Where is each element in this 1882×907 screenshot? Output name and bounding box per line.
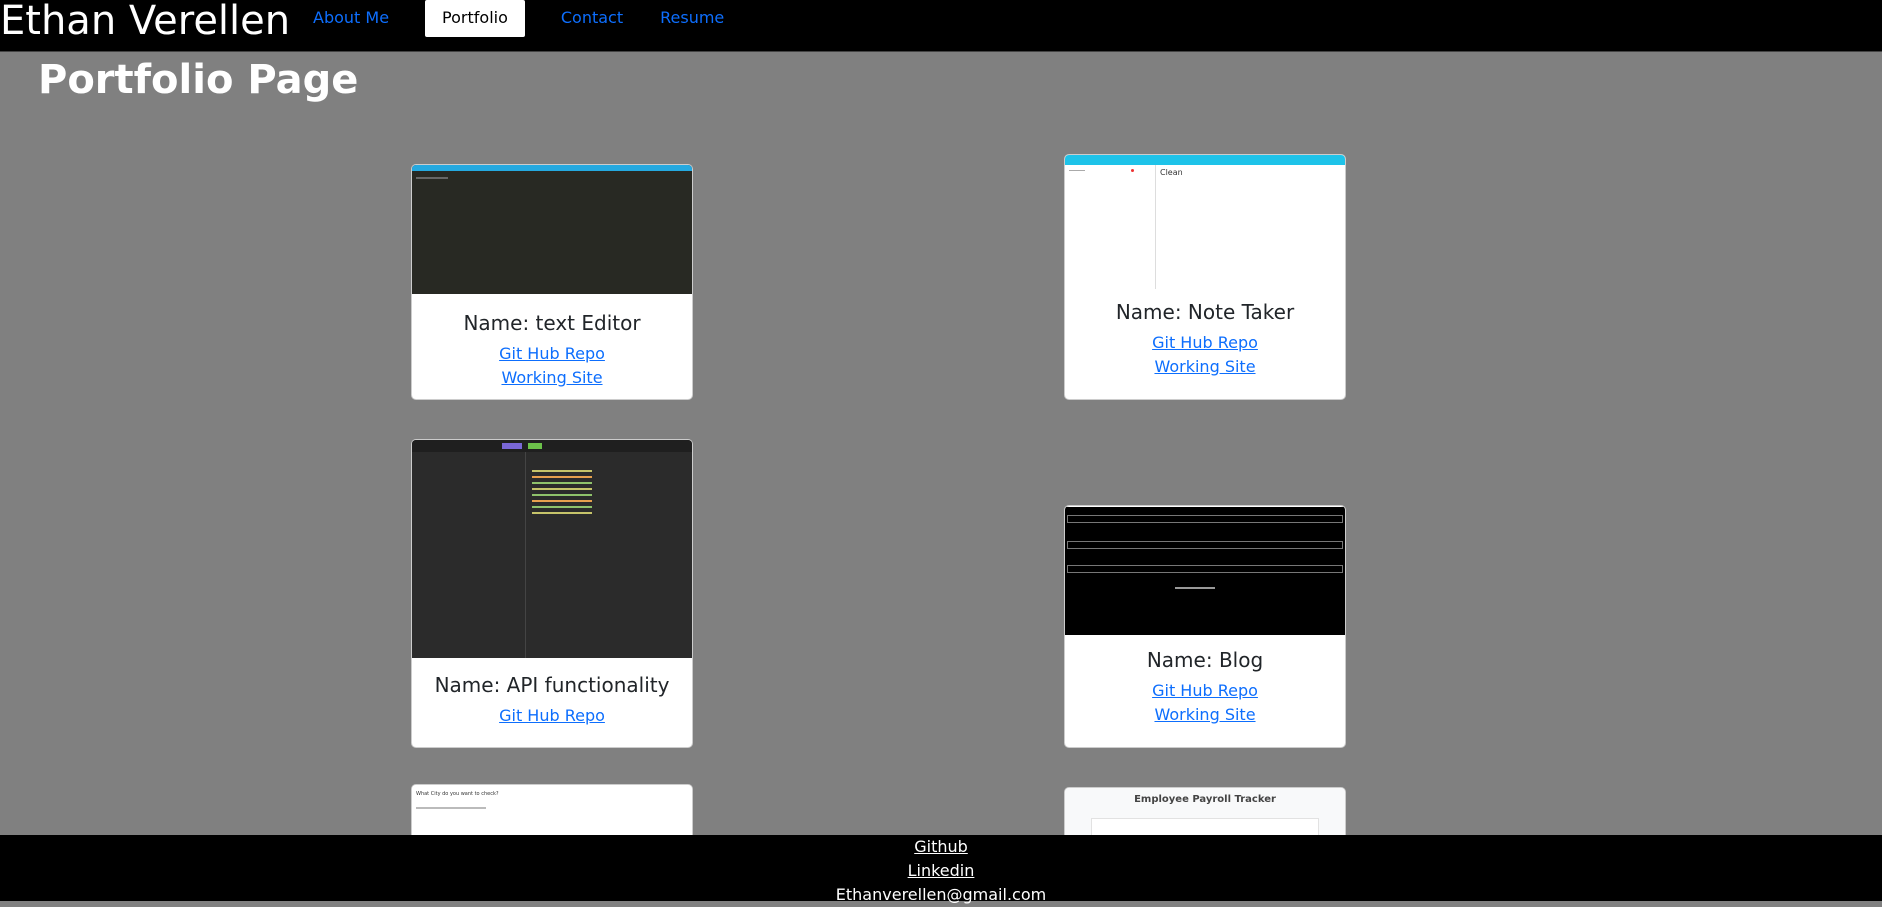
project-name: Name: API functionality <box>434 673 670 697</box>
project-card-note-taker: Clean Name: Note Taker Git Hub Repo Work… <box>1064 154 1346 400</box>
working-site-link[interactable]: Working Site <box>412 366 692 390</box>
screenshot-line <box>1069 170 1085 171</box>
screenshot-heading: What City do you want to check? <box>416 791 499 797</box>
page-title: Portfolio Page <box>38 57 359 103</box>
brand-name: Ethan Verellen <box>0 0 291 44</box>
main-nav: About Me Portfolio Contact Resume <box>296 0 741 37</box>
screenshot-heading: Employee Payroll Tracker <box>1134 794 1276 805</box>
screenshot-tag <box>418 165 430 170</box>
project-screenshot[interactable] <box>1065 506 1345 635</box>
footer-github-link[interactable]: Github <box>0 835 1882 859</box>
project-card-api-functionality: Name: API functionality Git Hub Repo <box>411 439 693 748</box>
project-screenshot[interactable]: Employee Payroll Tracker <box>1065 788 1345 838</box>
working-site-link[interactable]: Working Site <box>1065 355 1345 379</box>
screenshot-row <box>1067 515 1343 523</box>
screenshot-titlebar <box>412 165 692 171</box>
nav-resume[interactable]: Resume <box>643 0 741 37</box>
github-repo-link[interactable]: Git Hub Repo <box>412 342 692 366</box>
screenshot-button <box>528 443 542 449</box>
screenshot-line <box>416 807 486 809</box>
screenshot-note-title: Clean <box>1160 168 1183 177</box>
screenshot-row <box>1067 541 1343 549</box>
screenshot-line <box>1175 587 1215 589</box>
project-screenshot[interactable] <box>412 165 692 294</box>
github-repo-link[interactable]: Git Hub Repo <box>1065 679 1345 703</box>
project-card-text-editor: Name: text Editor Git Hub Repo Working S… <box>411 164 693 400</box>
top-navbar: Ethan Verellen About Me Portfolio Contac… <box>0 0 1882 52</box>
github-repo-link[interactable]: Git Hub Repo <box>412 704 692 728</box>
screenshot-line <box>416 177 448 179</box>
nav-about-me[interactable]: About Me <box>296 0 406 37</box>
screenshot-toolbar <box>412 440 692 452</box>
project-card-blog: Name: Blog Git Hub Repo Working Site <box>1064 505 1346 748</box>
delete-dot-icon <box>1131 169 1134 172</box>
working-site-link[interactable]: Working Site <box>1065 703 1345 727</box>
footer-linkedin-link[interactable]: Linkedin <box>0 859 1882 883</box>
footer: Github Linkedin Ethanverellen@gmail.com <box>0 835 1882 904</box>
project-screenshot[interactable] <box>412 440 692 658</box>
nav-contact[interactable]: Contact <box>544 0 640 37</box>
project-name: Name: Note Taker <box>1115 300 1295 324</box>
screenshot-titlebar <box>1065 155 1345 165</box>
project-name: Name: Blog <box>1146 648 1264 672</box>
nav-portfolio[interactable]: Portfolio <box>425 0 525 37</box>
footer-email: Ethanverellen@gmail.com <box>835 885 1047 904</box>
screenshot-button <box>502 443 522 449</box>
screenshot-row <box>1067 565 1343 573</box>
screenshot-code <box>532 470 592 472</box>
project-screenshot[interactable]: Clean <box>1065 155 1345 289</box>
github-repo-link[interactable]: Git Hub Repo <box>1065 331 1345 355</box>
project-name: Name: text Editor <box>463 311 641 335</box>
screenshot-divider <box>1155 165 1156 289</box>
screenshot-divider <box>525 452 526 658</box>
